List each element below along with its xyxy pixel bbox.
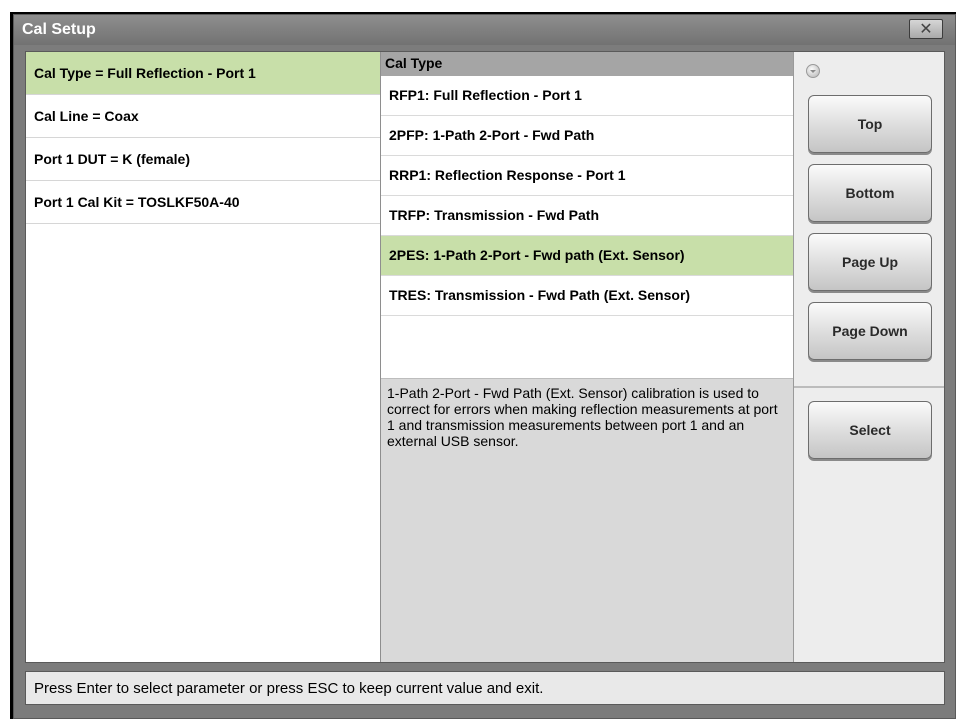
cal-type-options-list: RFP1: Full Reflection - Port 1 2PFP: 1-P…: [381, 76, 793, 379]
parameter-list: Cal Type = Full Reflection - Port 1 Cal …: [26, 52, 381, 662]
status-text: Press Enter to select parameter or press…: [34, 680, 544, 697]
close-icon[interactable]: ✕: [910, 20, 942, 38]
cal-type-header: Cal Type: [381, 52, 793, 76]
select-button[interactable]: Select: [808, 401, 932, 459]
bottom-button[interactable]: Bottom: [808, 164, 932, 222]
cal-setup-dialog: Cal Setup ✕ Cal Type = Full Reflection -…: [13, 14, 956, 719]
option-rrp1[interactable]: RRP1: Reflection Response - Port 1: [381, 156, 793, 196]
page-down-button[interactable]: Page Down: [808, 302, 932, 360]
param-item-cal-line[interactable]: Cal Line = Coax: [26, 95, 380, 138]
scroll-indicator-icon: [806, 64, 820, 78]
option-2pfp[interactable]: 2PFP: 1-Path 2-Port - Fwd Path: [381, 116, 793, 156]
option-2pes[interactable]: 2PES: 1-Path 2-Port - Fwd path (Ext. Sen…: [381, 236, 793, 276]
param-item-cal-type[interactable]: Cal Type = Full Reflection - Port 1: [26, 52, 380, 95]
close-button[interactable]: ✕: [909, 19, 943, 39]
param-item-port1-cal-kit[interactable]: Port 1 Cal Kit = TOSLKF50A-40: [26, 181, 380, 224]
option-trfp[interactable]: TRFP: Transmission - Fwd Path: [381, 196, 793, 236]
cal-type-panel: Cal Type RFP1: Full Reflection - Port 1 …: [381, 52, 794, 662]
window-title: Cal Setup: [22, 21, 96, 38]
title-bar: Cal Setup ✕: [14, 15, 955, 45]
button-separator: [794, 386, 944, 388]
option-tres[interactable]: TRES: Transmission - Fwd Path (Ext. Sens…: [381, 276, 793, 316]
cal-type-description: 1-Path 2-Port - Fwd Path (Ext. Sensor) c…: [381, 379, 793, 455]
status-bar: Press Enter to select parameter or press…: [25, 671, 945, 705]
top-button[interactable]: Top: [808, 95, 932, 153]
option-rfp1[interactable]: RFP1: Full Reflection - Port 1: [381, 76, 793, 116]
param-item-port1-dut[interactable]: Port 1 DUT = K (female): [26, 138, 380, 181]
navigation-panel: Top Bottom Page Up Page Down Select: [794, 52, 944, 662]
dialog-content: Cal Type = Full Reflection - Port 1 Cal …: [25, 51, 945, 663]
page-up-button[interactable]: Page Up: [808, 233, 932, 291]
